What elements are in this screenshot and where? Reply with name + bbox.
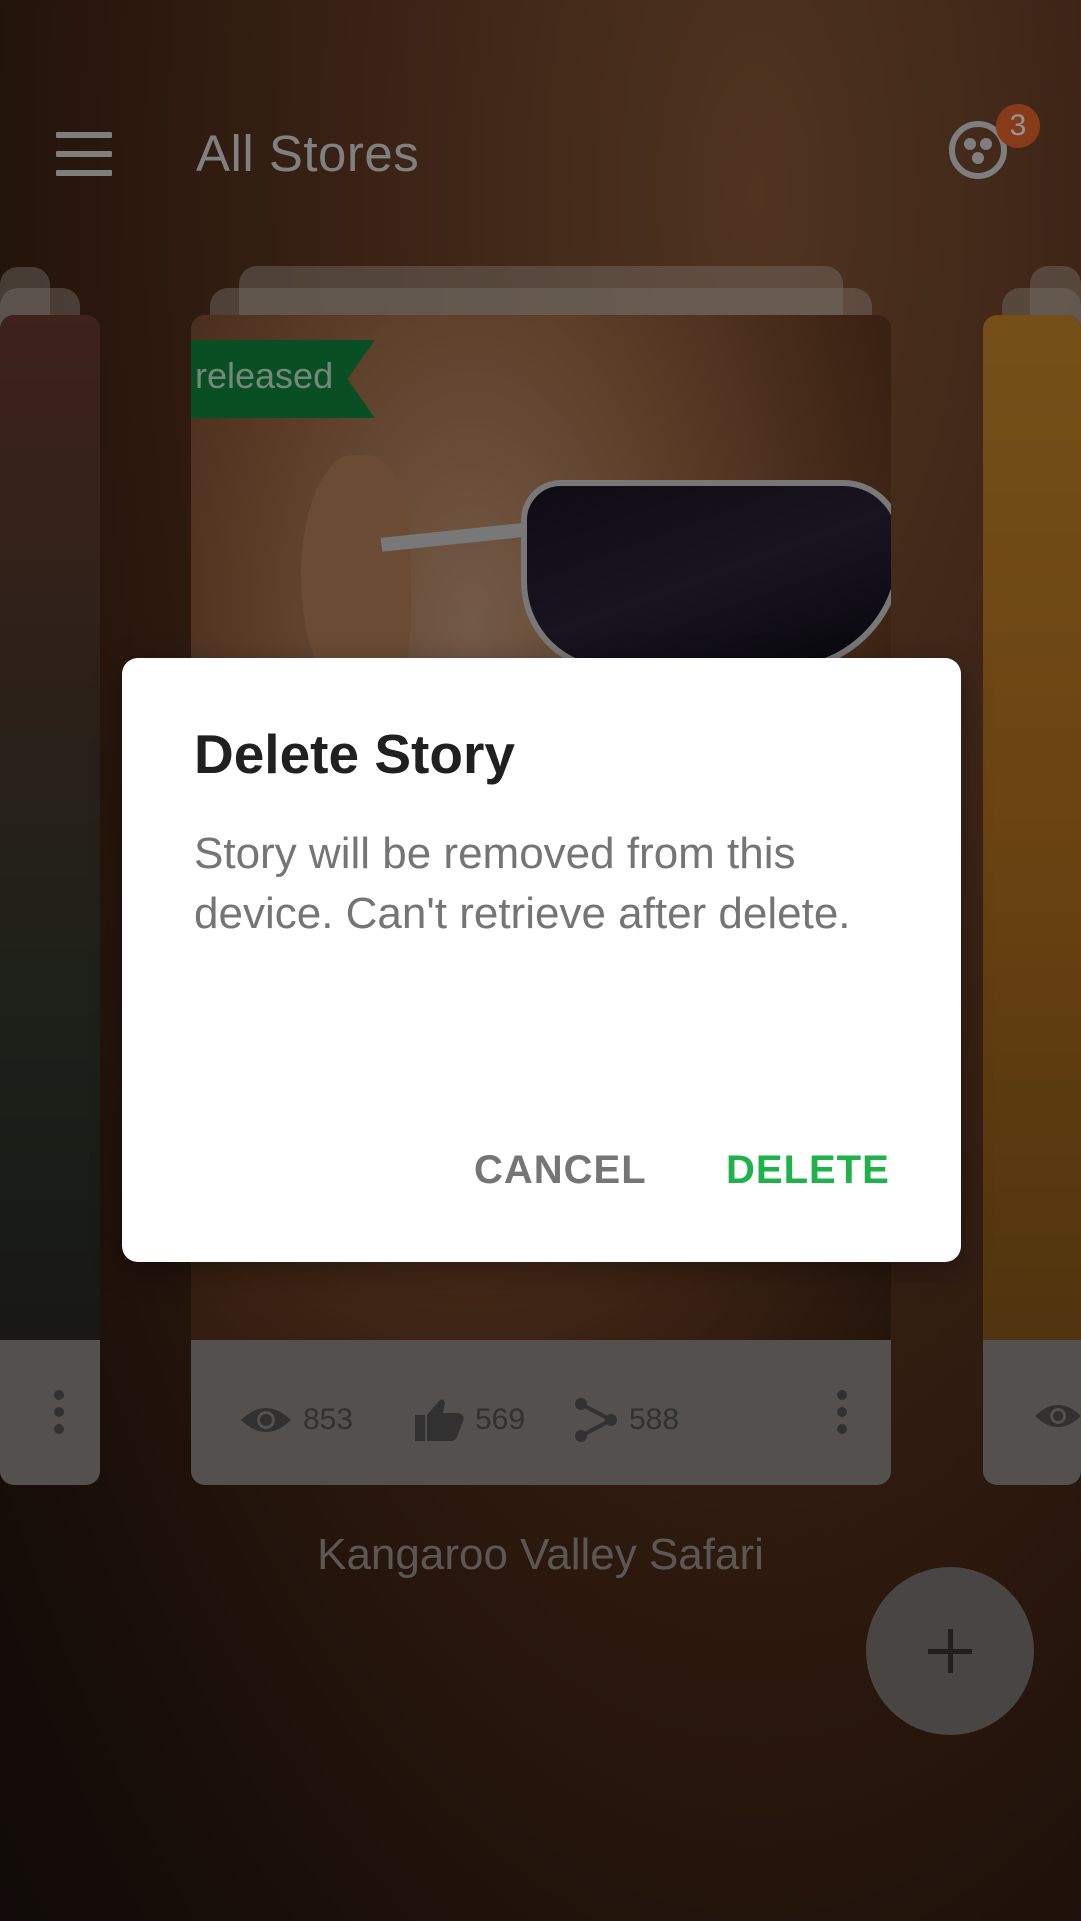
app-screen: All Stores 3 released 853 569 588 Kangar… xyxy=(0,0,1081,1921)
delete-story-dialog: Delete Story Story will be removed from … xyxy=(122,658,961,1262)
dialog-title: Delete Story xyxy=(194,723,515,785)
dialog-message: Story will be removed from this device. … xyxy=(194,829,851,938)
delete-button[interactable]: DELETE xyxy=(726,1148,890,1193)
cancel-button[interactable]: CANCEL xyxy=(474,1148,647,1193)
